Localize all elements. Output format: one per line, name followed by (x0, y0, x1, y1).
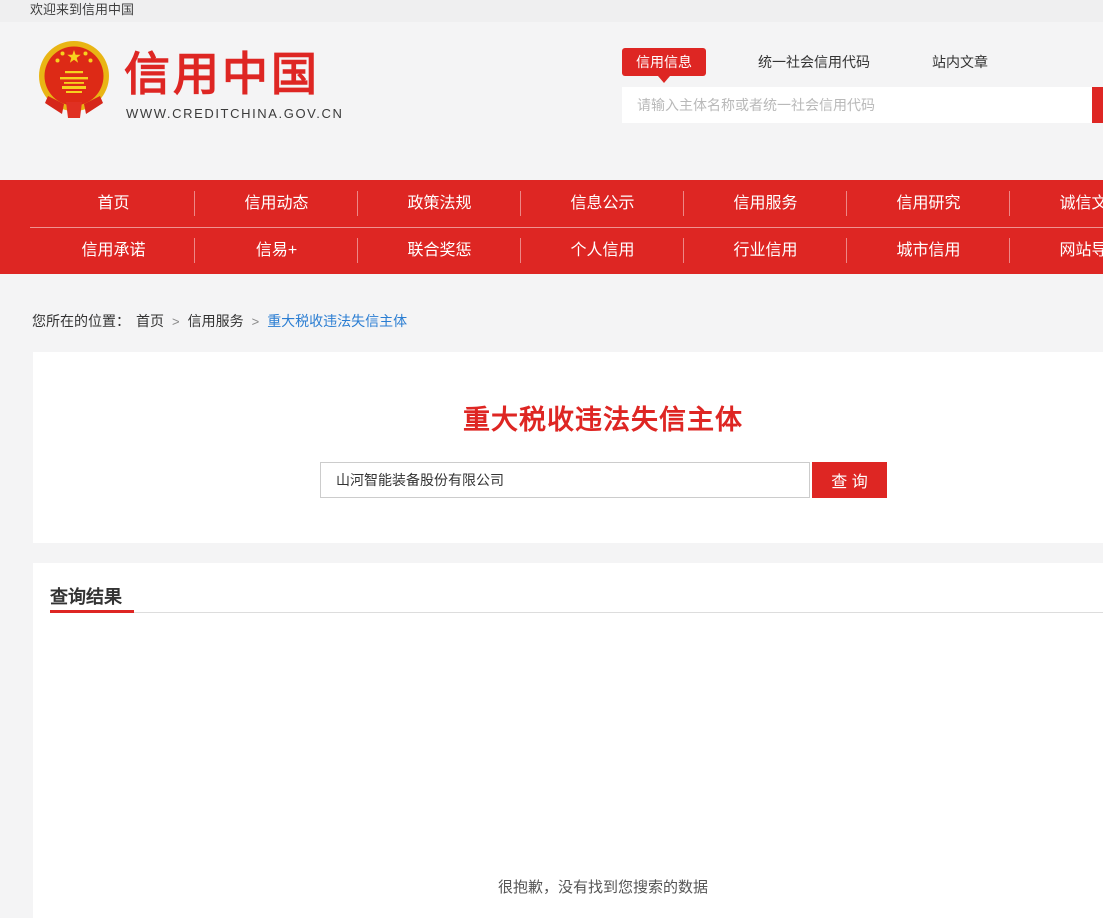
breadcrumb-home[interactable]: 首页 (136, 313, 164, 329)
breadcrumb-separator: > (172, 314, 180, 329)
nav-item-personal-credit[interactable]: 个人信用 (521, 227, 684, 274)
tab-pointer-icon (658, 76, 670, 83)
query-search-row: 查 询 (320, 462, 887, 498)
breadcrumb-separator: > (252, 314, 260, 329)
navbar-row-2: 信用承诺 信易+ 联合奖惩 个人信用 行业信用 城市信用 网站导航 (32, 227, 1103, 274)
breadcrumb-current-page[interactable]: 重大税收违法失信主体 (267, 313, 407, 329)
nav-item-credit-commitment[interactable]: 信用承诺 (32, 227, 195, 274)
nav-item-joint-reward-punishment[interactable]: 联合奖惩 (358, 227, 521, 274)
nav-item-home[interactable]: 首页 (32, 180, 195, 227)
header-search-tabs: 信用信息 统一社会信用代码 站内文章 (622, 48, 988, 76)
results-heading-rule (50, 612, 1103, 613)
breadcrumb-credit-services[interactable]: 信用服务 (188, 313, 244, 329)
tab-credit-info[interactable]: 信用信息 (622, 48, 706, 76)
results-heading-accent (50, 610, 134, 613)
nav-item-xinyi-plus[interactable]: 信易+ (195, 227, 358, 274)
nav-item-site-map[interactable]: 网站导航 (1010, 227, 1103, 274)
query-button[interactable]: 查 询 (812, 462, 887, 498)
tab-site-articles[interactable]: 站内文章 (932, 48, 988, 76)
nav-item-credit-services[interactable]: 信用服务 (684, 180, 847, 227)
nav-item-city-credit[interactable]: 城市信用 (847, 227, 1010, 274)
query-input[interactable] (320, 462, 810, 498)
page-title: 重大税收违法失信主体 (33, 352, 1103, 437)
nav-item-info-disclosure[interactable]: 信息公示 (521, 180, 684, 227)
nav-item-industry-credit[interactable]: 行业信用 (684, 227, 847, 274)
empty-results-message: 很抱歉，没有找到您搜索的数据 (33, 876, 1103, 897)
welcome-text: 欢迎来到信用中国 (30, 2, 134, 17)
nav-item-integrity-culture[interactable]: 诚信文化 (1010, 180, 1103, 227)
nav-item-policies[interactable]: 政策法规 (358, 180, 521, 227)
china-national-emblem-icon[interactable] (38, 40, 110, 118)
site-logo-title[interactable]: 信用中国 (124, 48, 320, 100)
header-search-input[interactable] (622, 87, 1092, 123)
main-navbar: 首页 信用动态 政策法规 信息公示 信用服务 信用研究 诚信文化 信用承诺 信易… (0, 180, 1103, 274)
header-search-button[interactable] (1092, 87, 1103, 123)
tab-unified-social-credit-code[interactable]: 统一社会信用代码 (758, 48, 870, 76)
nav-item-credit-news[interactable]: 信用动态 (195, 180, 358, 227)
nav-item-credit-research[interactable]: 信用研究 (847, 180, 1010, 227)
welcome-bar: 欢迎来到信用中国 (0, 0, 1103, 22)
results-card: 查询结果 很抱歉，没有找到您搜索的数据 (33, 563, 1103, 918)
breadcrumb-prefix: 您所在的位置： (32, 313, 130, 329)
results-heading: 查询结果 (50, 583, 122, 609)
tab-credit-info-label: 信用信息 (636, 54, 692, 70)
site-logo-url: WWW.CREDITCHINA.GOV.CN (126, 106, 343, 121)
query-card: 重大税收违法失信主体 查 询 (33, 352, 1103, 543)
breadcrumb: 您所在的位置： 首页 > 信用服务 > 重大税收违法失信主体 (32, 311, 407, 331)
navbar-row-1: 首页 信用动态 政策法规 信息公示 信用服务 信用研究 诚信文化 (32, 180, 1103, 227)
page: 欢迎来到信用中国 信用中国 WWW.CREDITCHINA.GOV.CN 信用信… (0, 0, 1103, 918)
